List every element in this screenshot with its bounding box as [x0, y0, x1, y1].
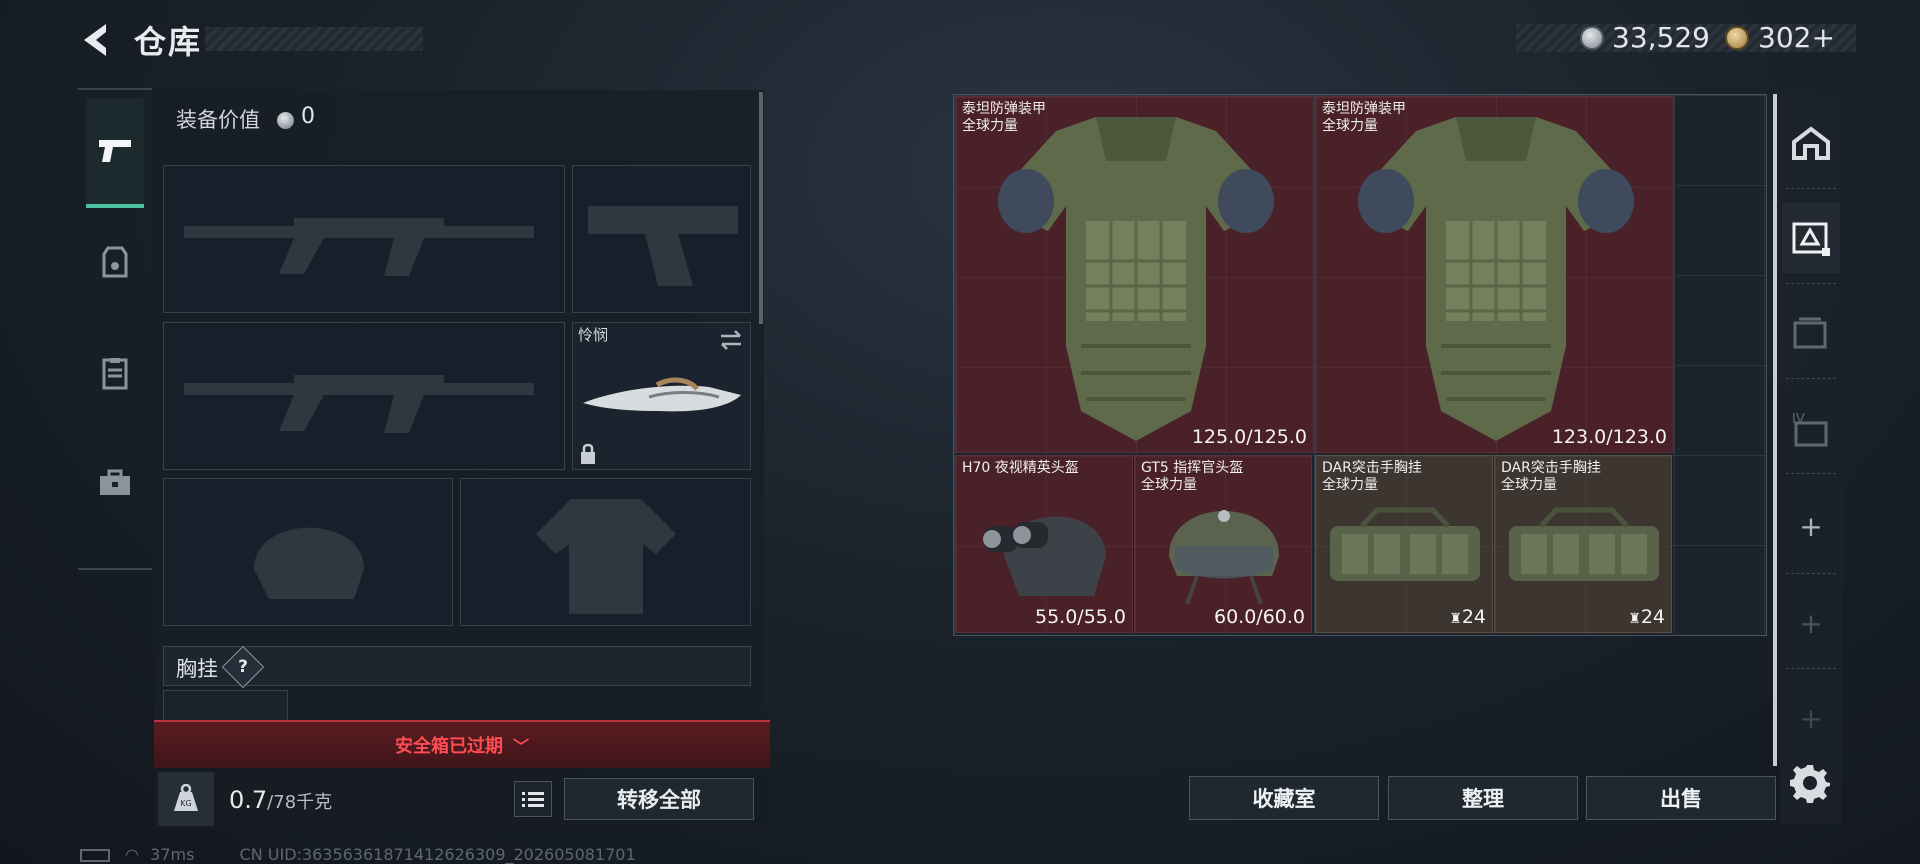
carry-weight: 0.7/78千克 [229, 786, 333, 814]
page-title: 仓库 [134, 23, 203, 61]
item-name: DAR突击手胸挂 [1322, 460, 1422, 476]
organize-button[interactable]: 整理 [1388, 776, 1578, 820]
item-capacity: ♜24 [1449, 606, 1486, 628]
wifi-icon: ◠ [125, 845, 140, 864]
sell-button[interactable]: 出售 [1586, 776, 1776, 820]
storage-page-icon [1793, 317, 1827, 349]
add-storage-button[interactable]: + [1782, 588, 1840, 658]
equipment-value: 0 [301, 104, 315, 129]
collection-room-button[interactable]: 收藏室 [1189, 776, 1379, 820]
capacity-icon: ♜ [1628, 611, 1641, 627]
pistol-silhouette-icon [588, 206, 738, 286]
chevron-down-icon: ﹀ [512, 737, 529, 756]
armor-slot[interactable] [460, 478, 751, 626]
storage-item[interactable]: DAR突击手胸挂 全球力量 ♜24 [1494, 455, 1672, 633]
body-armor-icon [1358, 117, 1634, 441]
safe-box-expired-banner[interactable]: 安全箱已过期 ﹀ [154, 720, 770, 768]
chest-rig-item-icon [1509, 507, 1659, 581]
list-icon[interactable] [514, 781, 552, 817]
storage-item[interactable]: GT5 指挥官头盔 全球力量 60.0/60.0 [1134, 455, 1312, 633]
status-bar: ◠ 37ms CN UID:3635636187141262630​9_2026… [80, 845, 636, 864]
storage-item[interactable]: 泰坦防弹装甲 全球力量 123.0/123.0 [1315, 96, 1674, 453]
tab-weapons[interactable] [86, 98, 144, 208]
equipment-value-label: 装备价值 [176, 108, 260, 132]
body-armor-icon [998, 117, 1274, 441]
armor-icon [102, 246, 128, 278]
add-storage-button[interactable]: + [1782, 491, 1840, 561]
add-storage-button[interactable]: + [1782, 683, 1840, 753]
title-decor [205, 27, 423, 51]
storage-tab-safehouse[interactable] [1782, 108, 1840, 178]
item-durability: 60.0/60.0 [1213, 606, 1305, 628]
silver-coin-icon [277, 112, 294, 129]
helmet-slot[interactable] [163, 478, 453, 626]
carry-weight-max: /78千克 [267, 792, 333, 813]
storage-tab-4[interactable]: IV [1782, 393, 1840, 463]
storage-item[interactable]: DAR突击手胸挂 全球力量 ♜24 [1315, 455, 1493, 633]
pistol-icon [99, 140, 131, 162]
ping-value: 37ms [150, 845, 195, 864]
pistol-slot[interactable] [572, 165, 751, 313]
silver-coin-icon [1580, 26, 1604, 50]
storage-item[interactable]: 泰坦防弹装甲 全球力量 125.0/125.0 [955, 96, 1314, 453]
silver-amount: 33,529 [1612, 21, 1710, 54]
toolbox-icon [100, 469, 130, 495]
chest-rig-item-icon [1330, 507, 1480, 581]
item-capacity: ♜24 [1628, 606, 1665, 628]
back-arrow-icon[interactable] [78, 20, 114, 60]
lock-icon [581, 443, 595, 464]
weight-icon: KG [158, 772, 214, 826]
tab-case[interactable] [86, 428, 144, 538]
rifle-silhouette-icon [184, 218, 534, 276]
capacity-icon: ♜ [1449, 611, 1462, 627]
helmet-silhouette-icon [254, 527, 364, 599]
chest-rig-label: 胸挂 [176, 657, 218, 681]
battery-icon [80, 849, 110, 862]
melee-name: 怜悯 [578, 326, 609, 344]
night-vision-helmet-icon [983, 516, 1106, 596]
storage-page-iv-icon: IV [1792, 412, 1828, 447]
category-rail [78, 88, 152, 570]
item-name: DAR突击手胸挂 [1501, 460, 1601, 476]
safe-box-status: 安全箱已过期 [394, 736, 503, 757]
chest-rig-slot[interactable] [163, 690, 288, 724]
swap-icon[interactable] [718, 329, 744, 351]
tab-chest-rig[interactable] [86, 318, 144, 428]
storage-tab-active[interactable] [1782, 203, 1840, 273]
chest-rig-icon [102, 358, 128, 390]
item-faction: 全球力量 [1322, 477, 1378, 493]
rifle-silhouette-icon [184, 375, 534, 433]
gold-coin-icon [1725, 26, 1749, 50]
svg-text:KG: KG [180, 799, 191, 808]
item-name: H70 夜视精英头盔 [962, 460, 1079, 476]
svg-text:IV: IV [1792, 412, 1805, 427]
safehouse-icon [1792, 126, 1830, 160]
gear-icon[interactable] [1790, 763, 1830, 803]
armor-silhouette-icon [536, 499, 676, 614]
storage-tab-3[interactable] [1782, 298, 1840, 368]
item-durability: 55.0/55.0 [1034, 606, 1126, 628]
secondary-weapon-slot[interactable] [163, 322, 565, 470]
transfer-all-button[interactable]: 转移全部 [564, 778, 754, 820]
uid-text: CN UID:3635636187141262630​9_20260508170… [239, 845, 636, 864]
scrollbar[interactable] [1773, 94, 1777, 766]
primary-weapon-slot[interactable] [163, 165, 565, 313]
karambit-knife-icon [583, 377, 741, 412]
item-name: GT5 指挥官头盔 [1141, 460, 1244, 476]
item-faction: 全球力量 [1501, 477, 1557, 493]
item-durability: 123.0/123.0 [1551, 426, 1667, 448]
tab-armor[interactable] [86, 208, 144, 318]
commander-helmet-icon [1169, 510, 1279, 605]
storage-item[interactable]: H70 夜视精英头盔 55.0/55.0 [955, 455, 1133, 633]
gold-amount[interactable]: 302+ [1758, 21, 1835, 54]
scrollbar[interactable] [759, 92, 763, 324]
storage-box-icon [1792, 222, 1830, 256]
item-durability: 125.0/125.0 [1191, 426, 1307, 448]
